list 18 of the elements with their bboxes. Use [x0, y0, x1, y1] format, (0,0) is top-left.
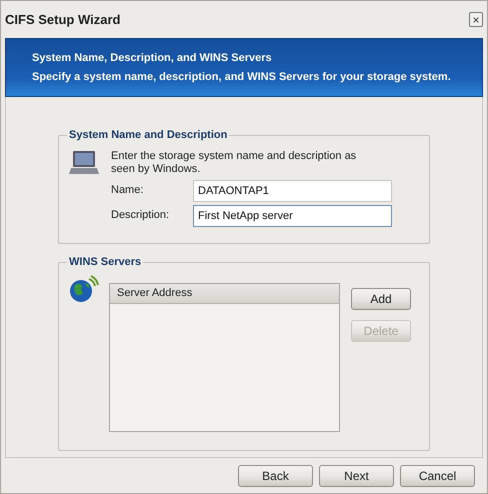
text-field[interactable]: First NetApp server: [193, 204, 392, 226]
action-button[interactable]: Cancel: [400, 464, 475, 486]
group-title: System Name and Description: [68, 128, 228, 143]
action-button[interactable]: Back: [238, 464, 313, 486]
globe-icon: [69, 274, 99, 302]
banner-subtitle: Specify a system name, description, and WINS Servers for your storage system.: [32, 70, 452, 85]
banner-title: System Name, Description, and WINS Servers: [32, 50, 273, 66]
laptop-icon: [69, 150, 99, 176]
field-label: Name:: [111, 183, 144, 198]
action-button[interactable]: Next: [319, 464, 394, 486]
text-field[interactable]: DATAONTAP1: [193, 180, 392, 202]
group-title: WINS Servers: [68, 255, 142, 270]
column-header[interactable]: Server Address: [110, 284, 339, 304]
window-title: CIFS Setup Wizard: [5, 10, 120, 29]
field-label: Description:: [111, 208, 170, 224]
close-button[interactable]: ×: [469, 12, 483, 27]
action-button[interactable]: Add: [351, 288, 411, 310]
instructions-text: Enter the storage system name and description as seen by Windows.: [111, 150, 358, 176]
